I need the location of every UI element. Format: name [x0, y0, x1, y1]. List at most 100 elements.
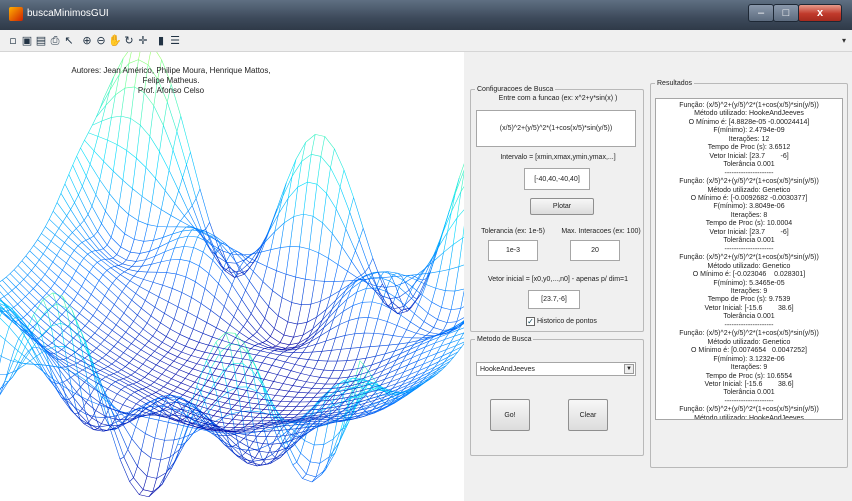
minimize-button[interactable]: –	[748, 4, 774, 22]
mesh-line	[243, 326, 254, 336]
pointer-icon[interactable]: ↖	[62, 34, 76, 48]
mesh-line	[200, 357, 211, 361]
results-listbox[interactable]: Função: (x/5)^2+(y/5)^2*(1+cos(x/5)*sin(…	[655, 98, 843, 420]
new-file-icon[interactable]: ▫	[6, 34, 20, 48]
mesh-line	[258, 342, 263, 345]
mesh-line	[136, 400, 141, 405]
mesh-line	[110, 266, 115, 268]
chevron-down-icon[interactable]: ▼	[624, 364, 634, 374]
mesh-line	[191, 297, 202, 304]
surface-plot-axes[interactable]: Autores: Jean Américo, Philipe Moura, He…	[0, 52, 464, 501]
mesh-line	[142, 363, 153, 370]
result-line: Vetor Inicial: [-15.6 38.6]	[704, 380, 794, 388]
mesh-line	[121, 331, 126, 338]
mesh-line	[104, 335, 109, 341]
mesh-line	[260, 326, 271, 337]
plot-button[interactable]: Plotar	[530, 198, 594, 215]
method-select-value: HookeAndJeeves	[480, 365, 535, 373]
pan-icon[interactable]: ✋	[108, 34, 122, 48]
mesh-line	[120, 115, 131, 119]
mesh-line	[183, 246, 194, 248]
title-bar[interactable]: buscaMinimosGUI – □ x	[0, 0, 852, 30]
mesh-line	[161, 369, 167, 375]
mesh-line	[242, 390, 247, 397]
mesh-line	[227, 284, 233, 296]
legend-icon[interactable]: ☰	[168, 34, 182, 48]
mesh-line	[72, 156, 77, 166]
mesh-line	[113, 346, 124, 353]
mesh-line	[210, 353, 215, 361]
mesh-line	[70, 202, 75, 210]
mesh-line	[177, 351, 182, 358]
mesh-line	[391, 301, 402, 311]
mesh-line	[156, 322, 161, 331]
mesh-line	[131, 343, 142, 350]
mesh-line	[236, 259, 246, 264]
mesh-line	[333, 264, 339, 282]
print-icon[interactable]: ⎙	[48, 34, 62, 48]
mesh-line	[153, 105, 164, 126]
mesh-line	[300, 397, 305, 403]
initial-vector-input[interactable]: [23.7,-6]	[528, 290, 580, 309]
interval-input[interactable]: [-40,40,-40,40]	[524, 168, 590, 190]
mesh-line	[195, 281, 206, 289]
mesh-line	[78, 186, 83, 196]
tolerance-input[interactable]: 1e-3	[488, 240, 538, 261]
mesh-line	[458, 237, 464, 267]
rotate-icon[interactable]: ↻	[122, 34, 136, 48]
mesh-line	[233, 351, 238, 358]
mesh-line	[104, 259, 115, 267]
mesh-line	[205, 397, 216, 401]
mesh-line	[238, 420, 243, 425]
mesh-line	[313, 422, 323, 425]
zoom-out-icon[interactable]: ⊖	[94, 34, 108, 48]
mesh-line	[105, 350, 111, 355]
mesh-line	[182, 390, 188, 396]
max-iter-input[interactable]: 20	[570, 240, 620, 261]
mesh-line	[294, 364, 305, 367]
mesh-line	[194, 409, 205, 414]
mesh-line	[189, 261, 200, 267]
mesh-line	[283, 351, 294, 353]
mesh-line	[111, 381, 116, 385]
close-button[interactable]: x	[798, 4, 842, 22]
mesh-line	[433, 319, 438, 328]
mesh-line	[82, 186, 93, 207]
mesh-line	[29, 288, 34, 293]
mesh-line	[123, 306, 129, 314]
save-icon[interactable]: ▤	[34, 34, 48, 48]
mesh-line	[450, 308, 461, 311]
mesh-line	[150, 355, 161, 361]
mesh-line	[165, 365, 171, 370]
go-button[interactable]: Go!	[490, 399, 530, 431]
mesh-line	[19, 279, 24, 284]
mesh-line	[65, 341, 70, 347]
mesh-line	[423, 321, 434, 328]
toolbar-overflow-icon[interactable]: ▾	[842, 36, 846, 45]
mesh-line	[153, 237, 164, 241]
mesh-line	[39, 364, 44, 373]
maximize-button[interactable]: □	[773, 4, 799, 22]
colorbar-icon[interactable]: ▮	[154, 34, 168, 48]
mesh-line	[343, 280, 354, 282]
zoom-in-icon[interactable]: ⊕	[80, 34, 94, 48]
mesh-line	[416, 332, 426, 336]
mesh-line	[246, 412, 251, 417]
history-checkbox[interactable]: ✓	[526, 317, 535, 326]
mesh-line	[11, 290, 22, 301]
mesh-line	[97, 223, 102, 232]
mesh-line	[43, 253, 53, 263]
method-select[interactable]: HookeAndJeeves ▼	[476, 362, 636, 376]
mesh-line	[200, 389, 211, 394]
data-cursor-icon[interactable]: ✛	[136, 34, 150, 48]
mesh-line	[293, 334, 304, 338]
clear-button[interactable]: Clear	[568, 399, 608, 431]
open-folder-icon[interactable]: ▣	[20, 34, 34, 48]
mesh-line	[73, 245, 79, 251]
mesh-line	[294, 358, 300, 365]
function-input[interactable]: (x/5)^2+(y/5)^2*(1+cos(x/5)*sin(y/5))	[476, 110, 636, 147]
mesh-line	[80, 360, 91, 366]
mesh-line	[247, 313, 252, 321]
mesh-line	[238, 344, 244, 364]
mesh-line	[123, 376, 128, 379]
